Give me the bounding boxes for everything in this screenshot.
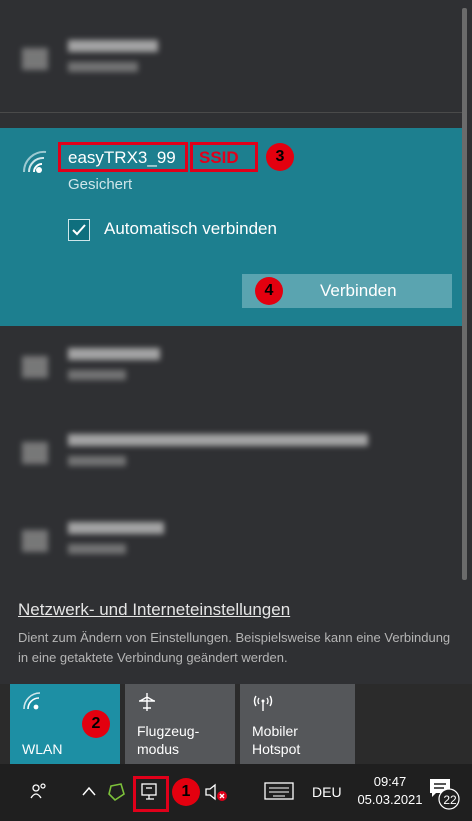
wifi-icon [23, 692, 41, 710]
wifi-secured-icon [22, 150, 47, 173]
input-language[interactable]: DEU [312, 784, 342, 800]
network-monitor-icon[interactable] [140, 782, 162, 802]
step-badge-1: 1 [172, 778, 200, 806]
network-icon [22, 48, 48, 70]
network-security: Gesichert [68, 176, 133, 193]
network-status-blurred [68, 370, 126, 380]
clock-date: 05.03.2021 [357, 792, 423, 807]
keyboard-icon[interactable] [264, 782, 294, 800]
taskbar: 1 DEU 09:47 05.03.2021 22 [0, 764, 472, 821]
chevron-up-icon[interactable] [82, 786, 96, 796]
network-status-blurred [68, 544, 126, 554]
airplane-icon [139, 693, 155, 711]
network-ssid: easyTRX3_99 [68, 148, 176, 167]
scrollbar[interactable] [462, 8, 467, 580]
quick-action-label: WLAN [22, 741, 63, 757]
network-item-selected[interactable]: easyTRX3_99 SSID 3 Gesichert Automatisch… [0, 128, 462, 326]
quick-action-wlan[interactable]: 2 WLAN [10, 684, 120, 764]
network-settings-link[interactable]: Netzwerk- und Interneteinstellungen [18, 600, 290, 620]
checkmark-icon [72, 224, 86, 236]
network-icon [22, 356, 48, 378]
network-item-blurred[interactable] [0, 420, 460, 490]
network-name-blurred [68, 434, 368, 446]
network-name-blurred [68, 348, 160, 360]
hotspot-icon [253, 695, 273, 711]
quick-action-label: Mobiler Hotspot [252, 723, 301, 757]
quick-action-label: Flugzeug- modus [137, 723, 200, 757]
auto-connect-label[interactable]: Automatisch verbinden [104, 219, 277, 239]
clock-time: 09:47 [373, 774, 407, 789]
people-icon[interactable] [30, 782, 48, 800]
network-name-blurred [68, 40, 158, 52]
connect-button-label[interactable]: Verbinden [320, 281, 397, 301]
taskbar-clock[interactable]: 09:47 05.03.2021 [350, 773, 430, 809]
network-name-blurred [68, 522, 164, 534]
notification-count: 22 [443, 793, 457, 807]
network-flyout: easyTRX3_99 SSID 3 Gesichert Automatisch… [0, 0, 472, 684]
step-badge-4: 4 [255, 277, 283, 305]
auto-connect-checkbox[interactable] [68, 219, 90, 241]
quick-action-hotspot[interactable]: Mobiler Hotspot [240, 684, 355, 764]
network-item-blurred[interactable] [0, 508, 460, 578]
network-status-blurred [68, 62, 138, 72]
step-badge-3: 3 [266, 143, 294, 171]
divider [0, 112, 462, 113]
tray-app-icon[interactable] [107, 782, 127, 802]
ssid-annotation-label: SSID [199, 148, 239, 167]
network-item-blurred[interactable] [0, 334, 460, 404]
quick-action-airplane[interactable]: Flugzeug- modus [125, 684, 235, 764]
step-badge-2: 2 [82, 710, 110, 738]
network-status-blurred [68, 456, 126, 466]
network-settings-description: Dient zum Ändern von Einstellungen. Beis… [18, 630, 451, 665]
network-icon [22, 442, 48, 464]
network-item-blurred[interactable] [0, 26, 460, 96]
network-icon [22, 530, 48, 552]
volume-muted-icon[interactable] [204, 782, 228, 802]
